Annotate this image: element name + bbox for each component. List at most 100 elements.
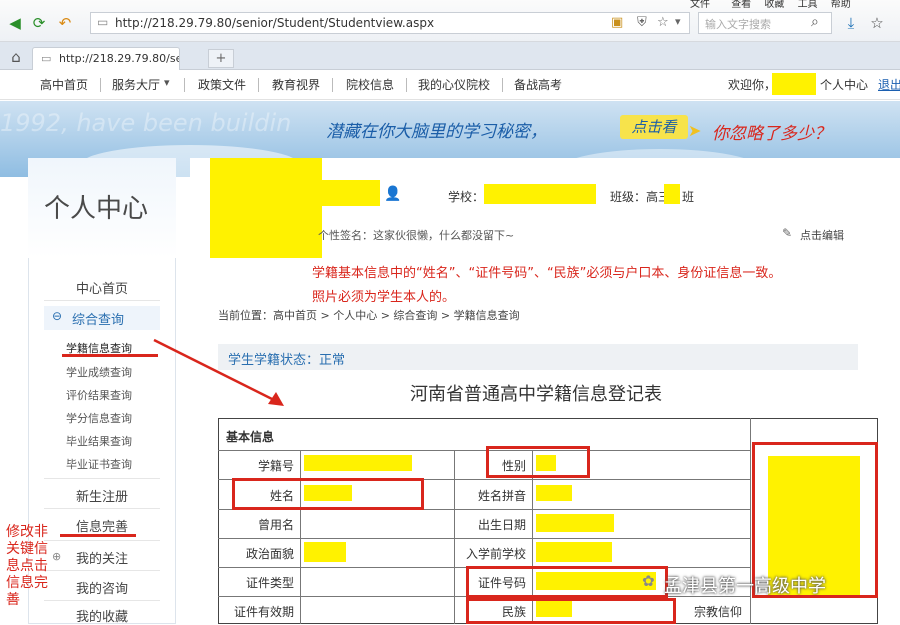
welcome-text: 欢迎你， bbox=[728, 78, 777, 92]
label-religion: 宗教信仰 bbox=[694, 605, 743, 619]
avatar-redacted bbox=[210, 158, 322, 258]
label-name-pinyin: 姓名拼音 bbox=[477, 489, 526, 503]
table-rule bbox=[218, 450, 750, 451]
table-rule bbox=[218, 538, 750, 539]
search-placeholder: 输入文字搜索 bbox=[705, 18, 771, 31]
sidebar-item-consult[interactable]: 我的咨询 bbox=[44, 578, 160, 597]
name-redacted bbox=[322, 180, 380, 206]
tab-current[interactable]: ▭ http://218.29.79.80/sen bbox=[32, 47, 180, 70]
logout-link[interactable]: 退出 bbox=[878, 76, 900, 94]
nav-divider bbox=[258, 78, 259, 92]
sidebar-sub-graduation[interactable]: 毕业结果查询 bbox=[66, 433, 132, 449]
menu-view[interactable]: 查看 bbox=[731, 0, 751, 10]
sidebar-item-register[interactable]: 新生注册 bbox=[44, 486, 160, 505]
chevron-down-icon: ▾ bbox=[164, 76, 170, 89]
collapse-icon[interactable]: ⊖ bbox=[52, 309, 62, 323]
watermark-text: 孟津县第一高级中学 bbox=[664, 576, 826, 597]
label-id-type: 证件类型 bbox=[245, 576, 294, 590]
browser-menu: 文件 查看 收藏 工具 帮助 bbox=[690, 0, 900, 10]
label-former-name: 曾用名 bbox=[257, 518, 294, 532]
divider bbox=[44, 478, 160, 479]
banner-ghost-text: 1992, have been buildin bbox=[0, 109, 292, 137]
value-redacted bbox=[304, 455, 412, 471]
divider bbox=[44, 300, 160, 301]
username-redacted bbox=[772, 73, 816, 95]
back-icon[interactable]: ◀ bbox=[6, 14, 24, 32]
sidebar-item-home[interactable]: 中心首页 bbox=[44, 278, 160, 297]
sidebar-group-label: 综合查询 bbox=[72, 313, 125, 328]
search-input[interactable]: 输入文字搜索 ⌕ bbox=[698, 12, 832, 34]
sidebar-sub-certificate[interactable]: 毕业证书查询 bbox=[66, 456, 132, 472]
nav-favorite-colleges[interactable]: 我的心仪院校 bbox=[418, 76, 490, 94]
class-redacted bbox=[664, 184, 680, 204]
sidebar-item-follow[interactable]: 我的关注 bbox=[44, 548, 160, 567]
annotation-line: 善 bbox=[6, 592, 20, 608]
section-header: 基本信息 bbox=[226, 430, 275, 444]
address-bar[interactable]: ▭ http://218.29.79.80/senior/Student/Stu… bbox=[90, 12, 690, 34]
underline-mark bbox=[62, 354, 158, 357]
nav-divider bbox=[502, 78, 503, 92]
pencil-icon: ✎ bbox=[782, 226, 793, 240]
sidebar-title: 个人中心 bbox=[44, 194, 149, 224]
table-rule bbox=[300, 450, 301, 624]
nav-divider bbox=[184, 78, 185, 92]
wechat-icon: ✿ bbox=[642, 572, 655, 590]
highlight-box-ethnicity bbox=[466, 598, 676, 624]
nav-home[interactable]: 高中首页 bbox=[40, 76, 88, 94]
nav-service-hall[interactable]: 服务大厅 bbox=[112, 76, 160, 94]
form-title: 河南省普通高中学籍信息登记表 bbox=[410, 384, 662, 405]
nav-policy[interactable]: 政策文件 bbox=[198, 76, 246, 94]
sidebar-sub-grades[interactable]: 学业成绩查询 bbox=[66, 364, 132, 380]
edit-link[interactable]: 点击编辑 bbox=[800, 227, 844, 243]
dropdown-icon[interactable]: ▾ bbox=[675, 15, 681, 28]
banner-question: 你忽略了多少？ bbox=[712, 124, 831, 144]
menu-favorites[interactable]: 收藏 bbox=[764, 0, 784, 10]
annotation-line: 信息完 bbox=[6, 575, 48, 591]
sidebar-sub-credits[interactable]: 学分信息查询 bbox=[66, 410, 132, 426]
school-label: 学校： bbox=[448, 190, 485, 204]
label-birth-date: 出生日期 bbox=[477, 518, 526, 532]
banner-slogan: 潜藏在你大脑里的学习秘密， bbox=[326, 122, 547, 142]
tab-title: http://218.29.79.80/sen bbox=[59, 52, 180, 65]
refresh-icon[interactable]: ⟳ bbox=[30, 14, 48, 32]
value-redacted bbox=[304, 542, 346, 562]
school-redacted bbox=[484, 184, 596, 204]
star-icon[interactable]: ☆ bbox=[657, 15, 669, 30]
value-redacted bbox=[536, 514, 614, 532]
page-icon: ▭ bbox=[97, 15, 109, 29]
nav-personal-center[interactable]: 个人中心 bbox=[820, 76, 868, 94]
divider bbox=[44, 508, 160, 509]
compat-icon[interactable]: ▣ bbox=[611, 15, 623, 30]
undo-icon[interactable]: ↶ bbox=[56, 14, 74, 32]
label-political-status: 政治面貌 bbox=[245, 547, 294, 561]
url-text: http://218.29.79.80/senior/Student/Stude… bbox=[115, 16, 435, 30]
annotation-arrow bbox=[153, 338, 284, 406]
annotation-line: 修改非 bbox=[6, 524, 48, 540]
nav-education-vision[interactable]: 教育视界 bbox=[272, 76, 320, 94]
sidebar-item-favorites[interactable]: 我的收藏 bbox=[44, 606, 160, 625]
menu-tools[interactable]: 工具 bbox=[798, 0, 818, 10]
nav-divider bbox=[406, 78, 407, 92]
sidebar-item-complete-info[interactable]: 信息完善 bbox=[44, 516, 160, 535]
home-icon[interactable]: ⌂ bbox=[8, 48, 24, 66]
label-student-no: 学籍号 bbox=[257, 459, 294, 473]
notice-line-2: 照片必须为学生本人的。 bbox=[312, 290, 456, 305]
download-icon[interactable]: ⤓ bbox=[842, 14, 860, 32]
annotation-line: 息点击 bbox=[6, 558, 48, 574]
search-icon[interactable]: ⌕ bbox=[811, 14, 819, 30]
menu-file[interactable]: 文件 bbox=[690, 0, 710, 10]
underline-mark bbox=[60, 534, 136, 537]
nav-exam-prep[interactable]: 备战高考 bbox=[514, 76, 562, 94]
new-tab-button[interactable]: + bbox=[208, 49, 234, 68]
left-annotation: 修改非 关键信 息点击 信息完 善 bbox=[6, 524, 48, 609]
sidebar-sub-evaluation[interactable]: 评价结果查询 bbox=[66, 387, 132, 403]
table-rule bbox=[454, 450, 455, 624]
favorites-star-icon[interactable]: ☆ bbox=[868, 14, 886, 32]
highlight-box-id-number bbox=[466, 566, 668, 598]
value-redacted bbox=[536, 542, 612, 562]
banner-click-button[interactable]: 点击看 bbox=[620, 115, 688, 139]
menu-help[interactable]: 帮助 bbox=[831, 0, 851, 10]
shield-icon[interactable]: ⛨ bbox=[637, 15, 647, 30]
breadcrumb: 当前位置：高中首页 > 个人中心 > 综合查询 > 学籍信息查询 bbox=[218, 309, 520, 322]
nav-college-info[interactable]: 院校信息 bbox=[346, 76, 394, 94]
